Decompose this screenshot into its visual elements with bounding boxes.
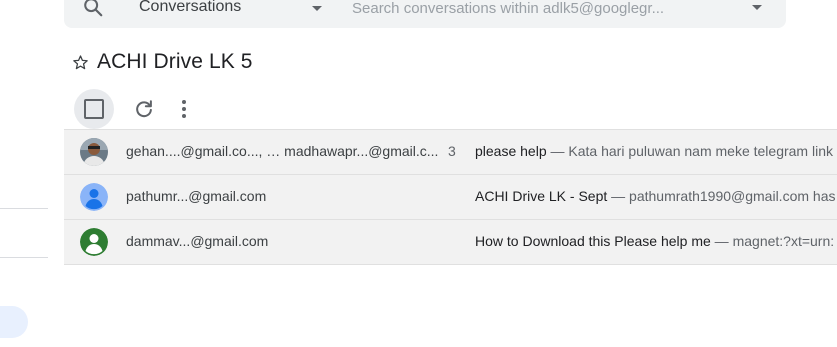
sender-list: gehan....@gmail.co..., … madhawapr...@gm…: [126, 143, 439, 159]
search-options-dropdown-icon[interactable]: [752, 5, 762, 10]
search-input[interactable]: [352, 0, 732, 20]
checkbox-icon: [84, 99, 104, 119]
snippet-separator: —: [607, 188, 630, 204]
subject: ACHI Drive LK - Sept: [475, 188, 608, 204]
sidebar-divider: [0, 208, 48, 209]
select-all-checkbox[interactable]: [74, 89, 114, 129]
snippet-separator: —: [710, 233, 733, 249]
conversation-list: gehan....@gmail.co..., … madhawapr...@gm…: [64, 129, 837, 265]
search-scope-value: Conversations: [139, 0, 242, 15]
avatar: [80, 228, 108, 256]
star-icon[interactable]: [72, 54, 89, 71]
snippet: pathumrath1990@gmail.com has: [629, 188, 836, 204]
sidebar-divider: [0, 257, 48, 258]
search-bar: Conversations: [64, 0, 786, 28]
sidebar-active-item[interactable]: [0, 306, 28, 338]
avatar: [80, 183, 108, 211]
refresh-icon[interactable]: [133, 98, 155, 120]
group-header: ACHI Drive LK 5: [72, 49, 253, 75]
subject-snippet: ACHI Drive LK - Sept — pathumrath1990@gm…: [475, 188, 835, 204]
page-title: ACHI Drive LK 5: [97, 50, 253, 73]
search-scope-select[interactable]: Conversations: [139, 0, 329, 21]
subject-snippet: please help — Kata hari puluwan nam meke…: [475, 143, 833, 159]
message-count: 3: [448, 143, 456, 159]
avatar: [80, 138, 108, 166]
conversation-row[interactable]: dammav...@gmail.com How to Download this…: [64, 219, 837, 265]
search-icon[interactable]: [82, 0, 104, 18]
subject: How to Download this Please help me: [475, 233, 711, 249]
subject-snippet: How to Download this Please help me — ma…: [475, 233, 834, 249]
sender-list: dammav...@gmail.com: [126, 233, 269, 249]
conversation-row[interactable]: pathumr...@gmail.com ACHI Drive LK - Sep…: [64, 174, 837, 219]
subject: please help: [475, 143, 547, 159]
conversation-row[interactable]: gehan....@gmail.co..., … madhawapr...@gm…: [64, 129, 837, 174]
snippet: magnet:?xt=urn:: [732, 233, 835, 249]
chevron-down-icon: [312, 6, 322, 11]
snippet: Kata hari puluwan nam meke telegram link: [568, 143, 833, 159]
snippet-separator: —: [546, 143, 569, 159]
more-vertical-icon[interactable]: [176, 98, 192, 120]
sender-list: pathumr...@gmail.com: [126, 188, 267, 204]
